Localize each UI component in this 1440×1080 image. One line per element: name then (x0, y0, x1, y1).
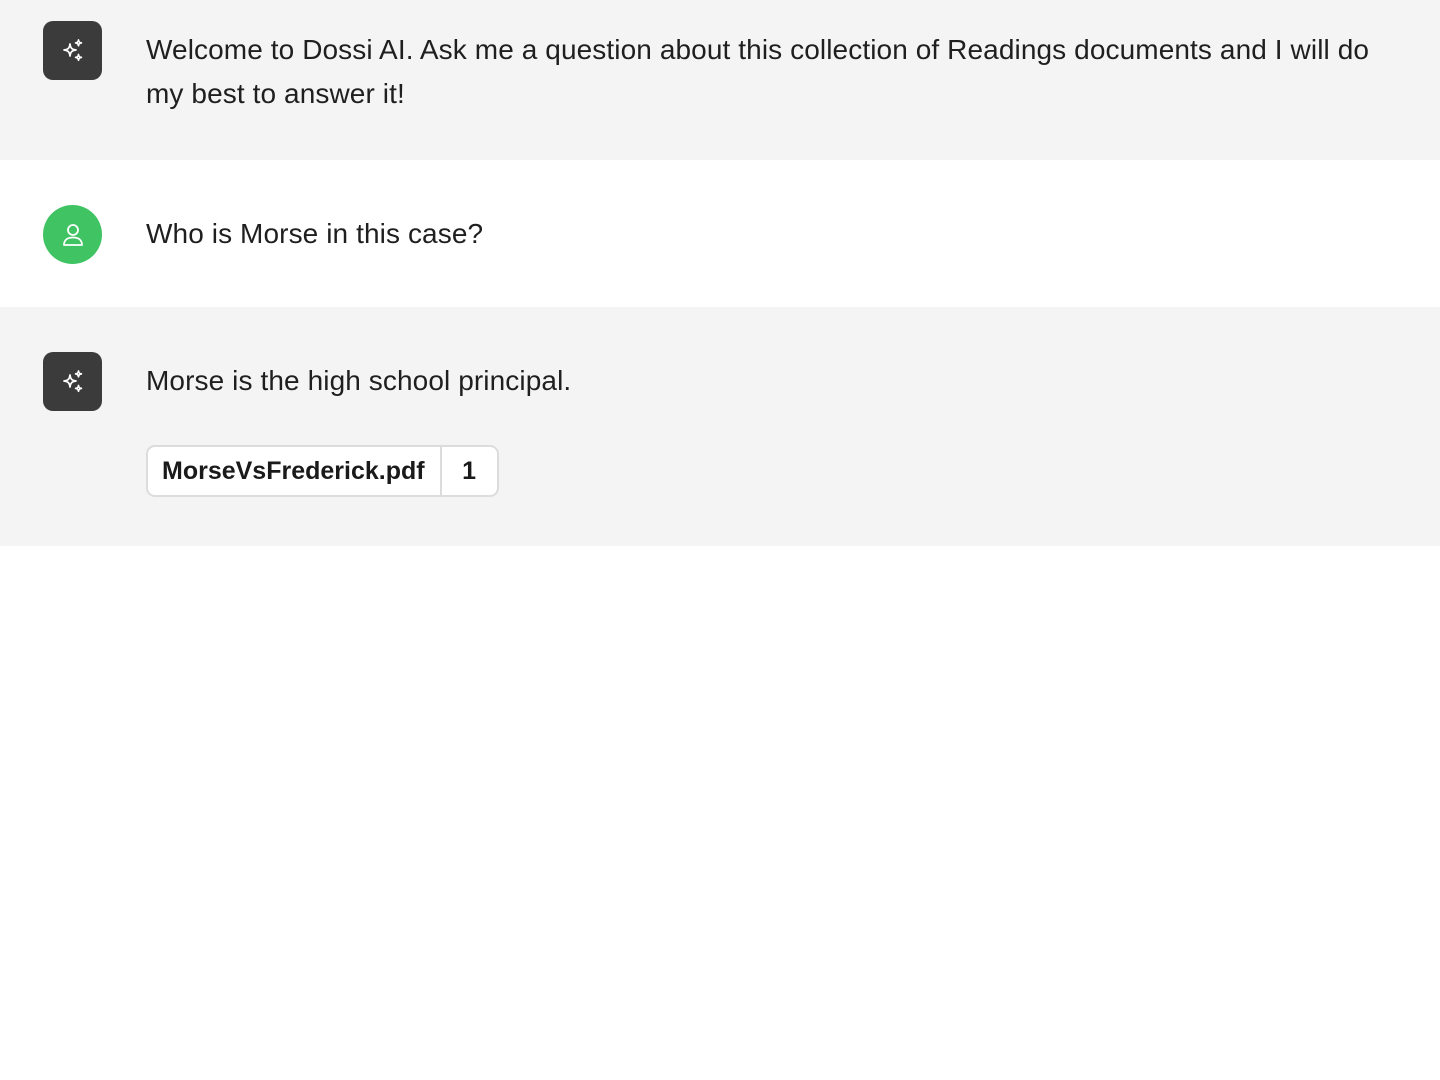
user-avatar (43, 205, 102, 264)
message-text: Welcome to Dossi AI. Ask me a question a… (146, 34, 1370, 109)
message-text: Morse is the high school principal. (146, 365, 572, 396)
message-content: Who is Morse in this case? (146, 205, 1408, 256)
source-citation-button[interactable]: MorseVsFrederick.pdf 1 (146, 445, 499, 497)
assistant-message: Morse is the high school principal. Mors… (0, 307, 1440, 546)
source-page-number: 1 (462, 456, 477, 485)
message-content: Welcome to Dossi AI. Ask me a question a… (146, 21, 1408, 116)
assistant-avatar (43, 352, 102, 411)
sparkles-icon (62, 38, 82, 61)
user-icon (62, 223, 83, 246)
message-text: Who is Morse in this case? (146, 218, 484, 249)
assistant-message: Welcome to Dossi AI. Ask me a question a… (0, 0, 1440, 160)
message-content: Morse is the high school principal. Mors… (146, 352, 1408, 497)
source-file-name: MorseVsFrederick.pdf (162, 456, 425, 485)
assistant-avatar (43, 21, 102, 80)
user-message: Who is Morse in this case? (0, 160, 1440, 307)
chat-thread: Welcome to Dossi AI. Ask me a question a… (0, 0, 1440, 546)
sparkles-icon (62, 369, 82, 392)
